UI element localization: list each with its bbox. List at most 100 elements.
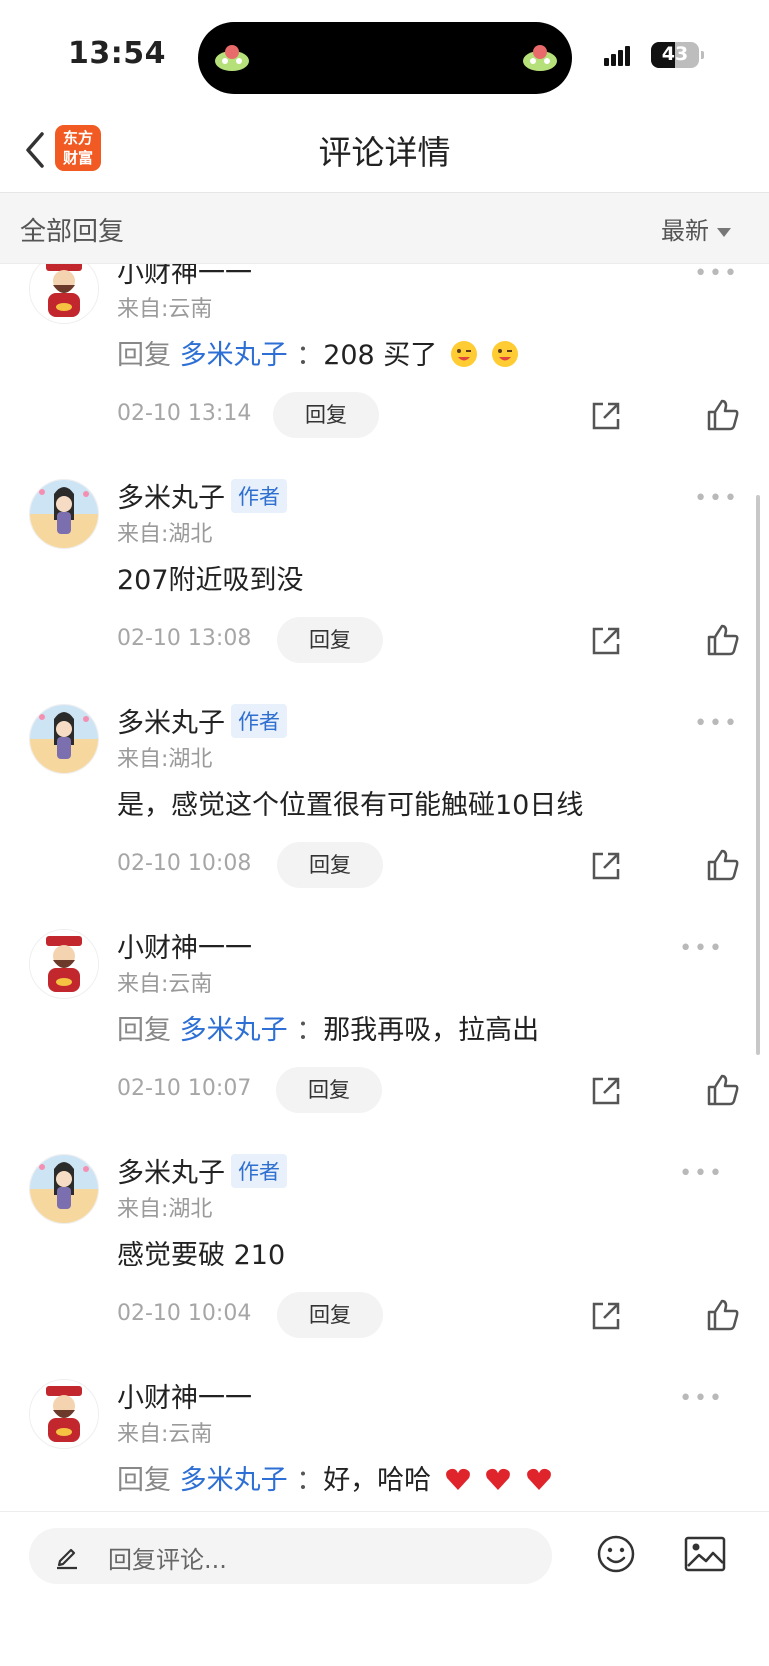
author-badge: 作者 [231,479,287,513]
reply-button[interactable]: 回复 [273,392,379,438]
thumbs-up-icon[interactable] [705,1297,741,1333]
more-dots-icon[interactable]: ••• [679,936,724,961]
comment-body: 感觉要破 210 [117,1240,286,1271]
battery-icon: 43 [651,42,704,68]
sort-label: 最新 [661,217,709,245]
comment-time: 02-10 10:04 [117,1301,252,1326]
wink-emoji-icon [491,341,518,367]
comment-item: 多米丸子 作者 ••• 来自:湖北 感觉要破 210 02-10 10:04 回复 [0,1151,769,1376]
reply-button[interactable]: 回复 [276,1067,382,1113]
commenter-name-text: 小财神一一 [117,1383,252,1414]
origin-location: 来自:湖北 [117,747,213,772]
comment-time: 02-10 13:14 [117,401,252,426]
comment-text: 回复 多米丸子 ：好，哈哈 [117,1458,553,1497]
thumbs-up-icon[interactable] [705,847,741,883]
comment-body: 208 买了 [323,340,438,371]
reply-separator: ： [296,1015,324,1046]
wink-emoji-icon [450,341,477,367]
filter-bar: 全部回复 最新 [0,193,769,264]
commenter-name[interactable]: 小财神一一 [117,926,252,965]
thumbs-up-icon[interactable] [705,397,741,433]
reply-button[interactable]: 回复 [277,1292,383,1338]
battery-level: 43 [661,43,689,65]
comment-list[interactable]: 小财神一一 ••• 来自:云南 回复 多米丸子 ：208 买了 02-10 13… [0,264,769,1511]
more-dots-icon[interactable]: ••• [694,264,739,286]
share-icon[interactable] [589,399,623,433]
comment-text: 是，感觉这个位置很有可能触碰10日线 [117,783,583,822]
share-icon[interactable] [589,624,623,658]
origin-location: 来自:云南 [117,1422,213,1447]
thumbs-up-icon[interactable] [705,1072,741,1108]
share-icon[interactable] [589,849,623,883]
emoji-icon[interactable] [596,1534,636,1574]
heart-emoji-icon [445,1468,470,1490]
thumbs-up-icon[interactable] [705,622,741,658]
comment-item: 多米丸子 作者 ••• 来自:湖北 是，感觉这个位置很有可能触碰10日线 02-1… [0,701,769,926]
more-dots-icon[interactable]: ••• [694,711,739,736]
cellular-signal-icon [604,46,632,66]
comment-item: 小财神一一 ••• 来自:云南 回复 多米丸子 ：好，哈哈 [0,1376,769,1511]
heart-emoji-icon [527,1468,551,1490]
sort-dropdown[interactable]: 最新 [661,211,731,246]
commenter-name[interactable]: 小财神一一 [117,1376,252,1415]
commenter-name-text: 多米丸子 [117,1158,225,1189]
commenter-name-text: 小财神一一 [117,933,252,964]
origin-location: 来自:湖北 [117,1197,213,1222]
island-sticker-left-icon [215,45,249,71]
triangle-down-icon [717,227,731,237]
reply-placeholder: 回复评论... [108,1546,227,1574]
avatar[interactable] [29,929,99,999]
share-icon[interactable] [589,1299,623,1333]
mention-link[interactable]: 多米丸子 [180,1015,288,1046]
commenter-name[interactable]: 多米丸子 作者 [117,476,287,515]
comment-item: 小财神一一 ••• 来自:云南 回复 多米丸子 ：208 买了 02-10 13… [0,264,769,476]
pen-icon [57,1548,77,1570]
commenter-name-text: 多米丸子 [117,708,225,739]
more-dots-icon[interactable]: ••• [679,1161,724,1186]
commenter-name[interactable]: 多米丸子 作者 [117,1151,287,1190]
avatar[interactable] [29,264,99,324]
comment-body: 207附近吸到没 [117,565,304,596]
avatar[interactable] [29,479,99,549]
status-time: 13:54 [68,36,166,71]
commenter-name-text: 小财神一一 [117,264,252,289]
comment-text: 回复 多米丸子 ：208 买了 [117,333,519,372]
all-replies-label: 全部回复 [20,217,125,247]
reply-separator: ： [296,1465,324,1496]
share-icon[interactable] [589,1074,623,1108]
mention-link[interactable]: 多米丸子 [180,1465,288,1496]
more-dots-icon[interactable]: ••• [694,486,739,511]
commenter-name[interactable]: 多米丸子 作者 [117,701,287,740]
mention-link[interactable]: 多米丸子 [180,340,288,371]
origin-location: 来自:云南 [117,297,213,322]
comment-body: 是，感觉这个位置很有可能触碰10日线 [117,790,584,821]
avatar[interactable] [29,1154,99,1224]
comment-time: 02-10 10:07 [117,1076,252,1101]
image-icon[interactable] [684,1536,726,1572]
comment-item: 小财神一一 ••• 来自:云南 回复 多米丸子 ：那我再吸，拉高出 02-10 … [0,926,769,1151]
comment-text: 回复 多米丸子 ：那我再吸，拉高出 [117,1008,539,1047]
nav-bar: 东方 财富 评论详情 [0,110,769,193]
reply-button[interactable]: 回复 [277,617,383,663]
avatar[interactable] [29,1379,99,1449]
comment-item: 多米丸子 作者 ••• 来自:湖北 207附近吸到没 02-10 13:08 回复 [0,476,769,701]
comment-text: 感觉要破 210 [117,1233,285,1272]
comment-text: 207附近吸到没 [117,558,304,597]
more-dots-icon[interactable]: ••• [679,1386,724,1411]
reply-prefix: 回复 [117,1015,171,1046]
comment-time: 02-10 10:08 [117,851,252,876]
comment-body: 好，哈哈 [323,1465,432,1496]
reply-input[interactable]: 回复评论... [29,1528,552,1584]
comment-time: 02-10 13:08 [117,626,252,651]
reply-prefix: 回复 [117,340,171,371]
comment-body: 那我再吸，拉高出 [323,1015,540,1046]
reply-button[interactable]: 回复 [277,842,383,888]
island-sticker-right-icon [523,45,557,71]
reply-separator: ： [296,340,324,371]
author-badge: 作者 [231,704,287,738]
commenter-name[interactable]: 小财神一一 [117,264,252,290]
dynamic-island [198,22,572,94]
page-title: 评论详情 [318,133,451,172]
avatar[interactable] [29,704,99,774]
scrollbar[interactable] [756,495,760,1055]
